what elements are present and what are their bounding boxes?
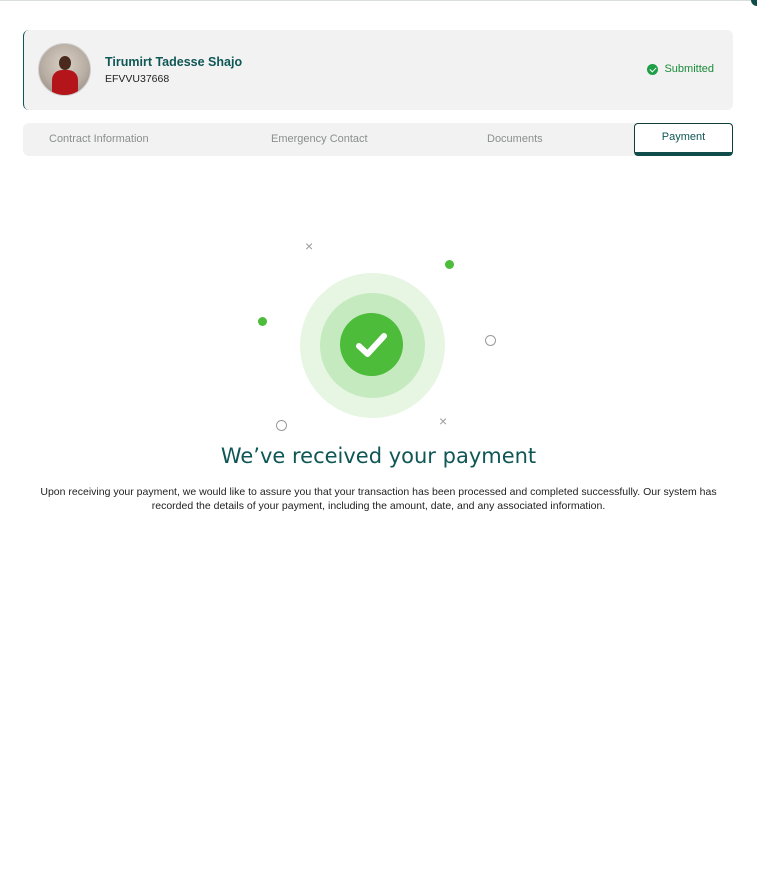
tab-contract-information[interactable]: Contract Information: [49, 123, 149, 156]
check-circle-icon: [647, 63, 659, 75]
check-circle-icon: [340, 313, 403, 376]
confirmation-message: Upon receiving your payment, we would li…: [40, 486, 717, 512]
confetti-dot: [445, 260, 454, 269]
confetti-circle: [485, 335, 496, 346]
profile-name: Tirumirt Tadesse Shajo: [105, 55, 243, 69]
status-label: Submitted: [664, 63, 714, 75]
status-badge: Submitted: [647, 63, 714, 75]
tab-documents[interactable]: Documents: [487, 123, 543, 156]
window-corner-accent: [751, 0, 757, 6]
confetti-circle: [276, 420, 287, 431]
close-icon: ×: [439, 413, 448, 429]
success-halo-inner: [320, 293, 425, 398]
tab-payment[interactable]: Payment: [634, 123, 733, 156]
success-halo-outer: [300, 273, 445, 418]
tab-bar: Contract Information Emergency Contact D…: [23, 123, 733, 156]
tab-emergency-contact[interactable]: Emergency Contact: [271, 123, 368, 156]
profile-card: Tirumirt Tadesse Shajo EFVVU37668 Submit…: [23, 30, 733, 110]
close-icon: ×: [305, 238, 314, 254]
avatar: [38, 43, 91, 96]
window-top-border: [0, 0, 757, 1]
confirmation-title: We’ve received your payment: [220, 444, 537, 468]
profile-id: EFVVU37668: [105, 73, 170, 85]
confetti-dot: [258, 317, 267, 326]
